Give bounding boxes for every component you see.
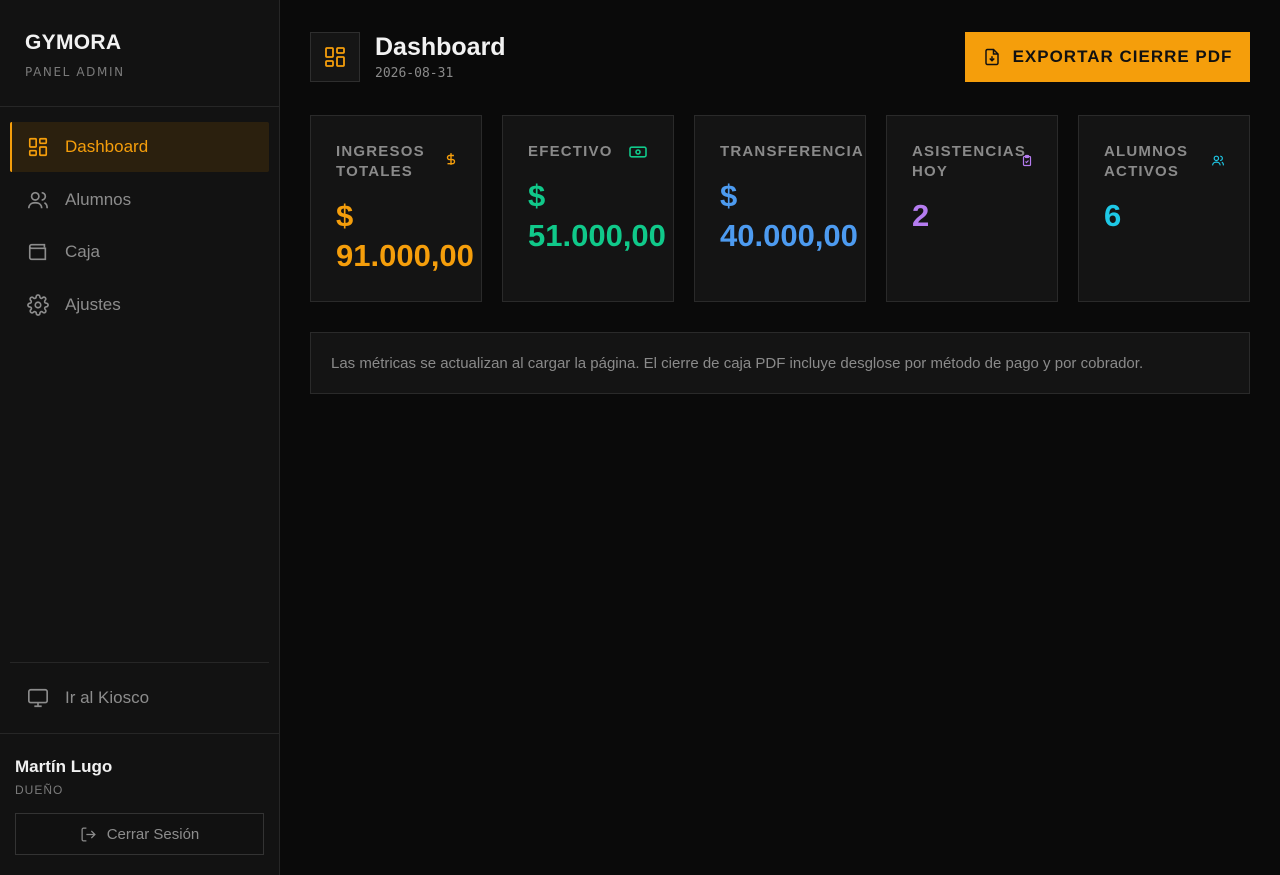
card-value: $ 51.000,00 (528, 178, 666, 253)
sidebar-item-label: Caja (65, 242, 100, 261)
info-text: Las métricas se actualizan al cargar la … (331, 354, 1144, 372)
card-label: EFECTIVO (528, 143, 613, 160)
card-label: INGRESOS TOTALES (336, 143, 425, 180)
user-info: Martín Lugo DUEÑO (15, 757, 112, 797)
card-label: TRANSFERENCIA (720, 143, 864, 160)
card-ingresos-totales: INGRESOS TOTALES $ 91.000,00 (310, 115, 482, 302)
metric-cards: INGRESOS TOTALES $ 91.000,00 EFECTIVO $ … (310, 115, 1250, 302)
card-transferencia: TRANSFERENCIA $ 40.000,00 (694, 115, 866, 302)
card-alumnos-activos: ALUMNOS ACTIVOS 6 (1078, 115, 1250, 302)
kiosk-link[interactable]: Ir al Kiosco (10, 673, 269, 723)
brand: GYMORA PANEL ADMIN (25, 31, 125, 79)
clipboard-check-icon (1021, 154, 1033, 167)
brand-name: GYMORA (25, 31, 122, 54)
sidebar: GYMORA PANEL ADMIN Dashboard Alumnos Caj… (0, 0, 280, 875)
gear-icon (26, 293, 50, 317)
sidebar-divider (0, 106, 279, 107)
monitor-icon (26, 686, 50, 710)
sidebar-item-label: Ajustes (65, 294, 121, 314)
sidebar-item-label: Alumnos (65, 189, 132, 209)
card-efectivo: EFECTIVO $ 51.000,00 (502, 115, 674, 302)
card-value: $ 91.000,00 (336, 198, 474, 273)
sidebar-item-caja[interactable]: Caja (10, 227, 269, 277)
card-value: 2 (912, 198, 930, 233)
dollar-icon (444, 152, 458, 166)
export-pdf-button[interactable]: EXPORTAR CIERRE PDF (965, 32, 1250, 82)
card-value: 6 (1104, 198, 1122, 233)
sidebar-nav: Dashboard Alumnos Caja Ajustes (10, 122, 269, 332)
card-label: ALUMNOS ACTIVOS (1104, 143, 1189, 180)
file-download-icon (983, 48, 1001, 66)
page-date: 2026-08-31 (375, 66, 454, 81)
sidebar-divider (0, 733, 279, 734)
banknote-icon (628, 144, 648, 160)
brand-subtitle: PANEL ADMIN (25, 65, 125, 79)
logout-button[interactable]: Cerrar Sesión (15, 813, 264, 855)
kiosk-label: Ir al Kiosco (65, 688, 150, 707)
wallet-icon (26, 240, 50, 264)
main-content: Dashboard 2026-08-31 EXPORTAR CIERRE PDF… (280, 0, 1280, 875)
users-icon (1211, 154, 1225, 167)
sidebar-item-ajustes[interactable]: Ajustes (10, 280, 269, 330)
card-asistencias-hoy: ASISTENCIAS HOY 2 (886, 115, 1058, 302)
page-title: Dashboard (375, 33, 506, 61)
sidebar-item-label: Dashboard (65, 137, 149, 156)
users-icon (26, 188, 50, 212)
dashboard-icon (26, 135, 50, 159)
sidebar-item-dashboard[interactable]: Dashboard (10, 122, 269, 172)
logout-icon (80, 826, 97, 843)
dashboard-icon (310, 32, 360, 82)
export-label: EXPORTAR CIERRE PDF (1012, 47, 1233, 66)
card-label: ASISTENCIAS HOY (912, 143, 1027, 180)
sidebar-item-alumnos[interactable]: Alumnos (10, 175, 269, 225)
logout-label: Cerrar Sesión (106, 825, 200, 843)
info-note: Las métricas se actualizan al cargar la … (310, 332, 1250, 394)
user-role: DUEÑO (15, 783, 64, 797)
user-name: Martín Lugo (15, 757, 113, 776)
sidebar-divider (10, 662, 269, 663)
card-value: $ 40.000,00 (720, 178, 858, 253)
